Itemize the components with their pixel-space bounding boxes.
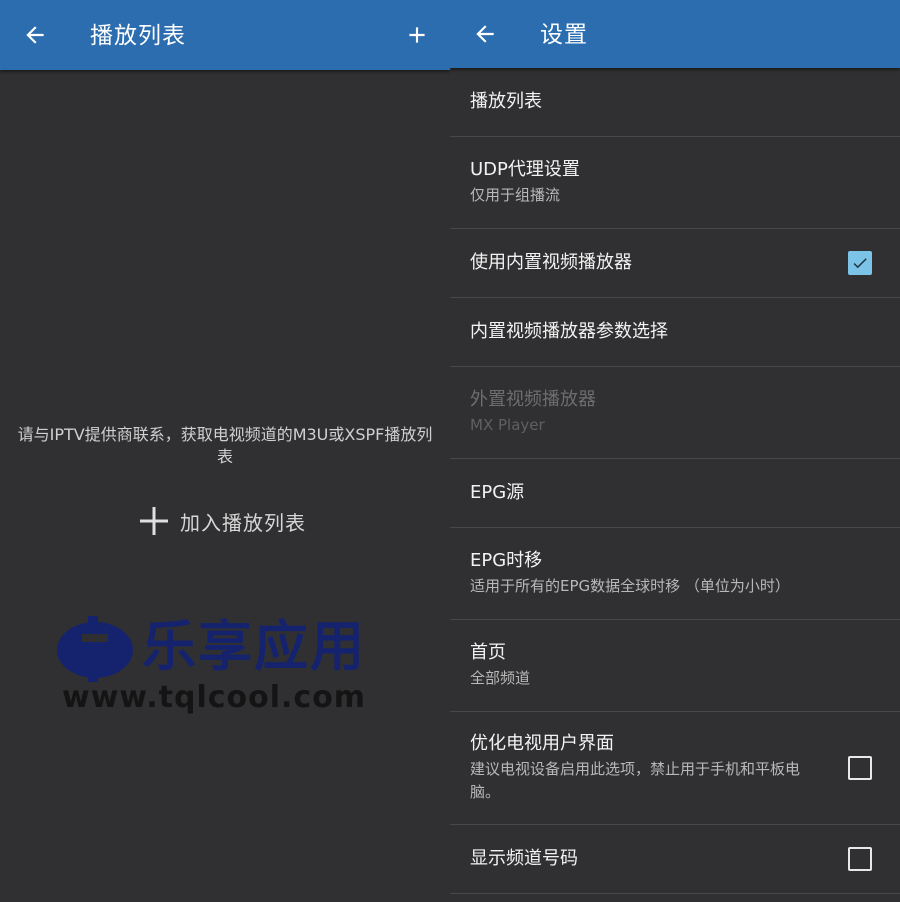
setting-subtitle: 建议电视设备启用此选项，禁止用于手机和平板电脑。 <box>470 760 801 801</box>
add-playlist-label: 加入播放列表 <box>180 510 306 535</box>
watermark-name: 乐享应用 <box>142 615 366 678</box>
setting-home-page[interactable]: 首页 全部频道 <box>450 620 900 712</box>
setting-playlist[interactable]: 播放列表 <box>450 68 900 137</box>
setting-epg-source[interactable]: EPG源 <box>450 459 900 528</box>
setting-title: 使用内置视频播放器 <box>470 252 632 273</box>
add-playlist-button[interactable]: 加入播放列表 <box>138 503 306 539</box>
watermark: 乐享应用 www.tqlcool.com <box>52 612 392 722</box>
add-button[interactable] <box>400 18 434 52</box>
setting-builtin-player-params[interactable]: 内置视频播放器参数选择 <box>450 298 900 367</box>
page-title: 播放列表 <box>90 23 186 49</box>
watermark-logo-icon <box>57 616 133 682</box>
watermark-url: www.tqlcool.com <box>62 680 367 715</box>
setting-subtitle: 仅用于组播流 <box>470 186 561 204</box>
setting-title: EPG源 <box>470 482 525 503</box>
setting-title: 首页 <box>470 642 506 663</box>
setting-title: 播放列表 <box>470 91 542 112</box>
settings-screen: 设置 播放列表 UDP代理设置 仅用于组播流 使用内置视频播放器 内置视频播放器… <box>450 0 900 902</box>
setting-builtin-player[interactable]: 使用内置视频播放器 <box>450 229 900 298</box>
settings-app-bar: 设置 <box>450 0 900 68</box>
setting-title: 内置视频播放器参数选择 <box>470 321 668 342</box>
setting-title: UDP代理设置 <box>470 159 580 180</box>
builtin-player-checkbox[interactable] <box>848 251 872 275</box>
setting-subtitle: MX Player <box>470 416 545 434</box>
setting-title: 显示频道号码 <box>470 848 578 869</box>
playlist-screen: 播放列表 请与IPTV提供商联系，获取电视频道的M3U或XSPF播放列表 加入播… <box>0 0 450 902</box>
checkmark-icon <box>853 258 867 269</box>
plus-icon <box>409 27 425 43</box>
setting-subtitle: 全部频道 <box>470 669 531 687</box>
optimize-tv-ui-checkbox[interactable] <box>848 756 872 780</box>
setting-udp-proxy[interactable]: UDP代理设置 仅用于组播流 <box>450 137 900 229</box>
arrow-left-icon <box>476 25 494 43</box>
arrow-left-icon <box>26 26 44 44</box>
back-button[interactable] <box>18 18 52 52</box>
empty-playlist-message: 请与IPTV提供商联系，获取电视频道的M3U或XSPF播放列表 <box>17 425 433 466</box>
show-channel-number-checkbox[interactable] <box>848 847 872 871</box>
setting-external-player: 外置视频播放器 MX Player <box>450 367 900 459</box>
setting-epg-timeshift[interactable]: EPG时移 适用于所有的EPG数据全球时移 （单位为小时） <box>450 528 900 620</box>
setting-title: 优化电视用户界面 <box>470 733 614 754</box>
setting-optimize-tv-ui[interactable]: 优化电视用户界面 建议电视设备启用此选项，禁止用于手机和平板电脑。 <box>450 712 900 825</box>
playlist-app-bar: 播放列表 <box>0 0 450 70</box>
page-title: 设置 <box>540 22 588 48</box>
setting-title: 外置视频播放器 <box>470 389 596 410</box>
setting-title: EPG时移 <box>470 550 543 571</box>
setting-subtitle: 适用于所有的EPG数据全球时移 （单位为小时） <box>470 577 790 595</box>
setting-show-channel-number[interactable]: 显示频道号码 <box>450 825 900 894</box>
settings-list: 播放列表 UDP代理设置 仅用于组播流 使用内置视频播放器 内置视频播放器参数选… <box>450 68 900 894</box>
back-button[interactable] <box>468 17 502 51</box>
plus-icon <box>140 507 168 535</box>
